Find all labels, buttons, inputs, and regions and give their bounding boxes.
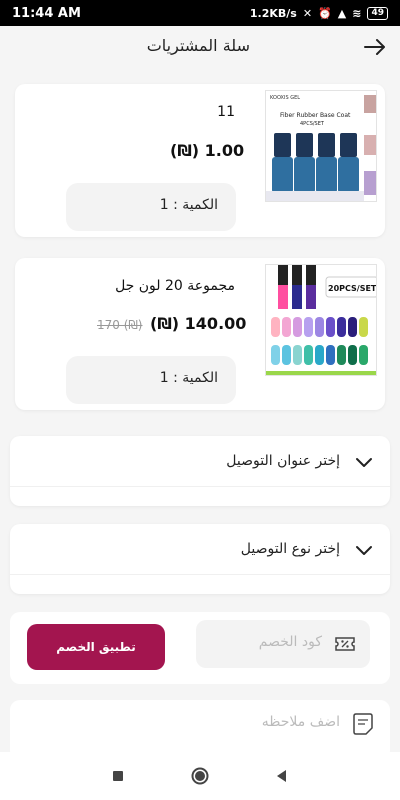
delivery-type-dropdown[interactable]: إختر نوع التوصيل <box>10 524 390 594</box>
back-icon[interactable] <box>272 766 292 786</box>
system-nav-bar <box>0 752 400 800</box>
chevron-down-icon[interactable] <box>354 540 374 560</box>
product-old-price: 170 (₪) <box>97 318 143 332</box>
image-product-text: Fiber Rubber Base Coat <box>280 112 351 119</box>
home-icon[interactable] <box>190 766 210 786</box>
quantity-box[interactable]: الكمية : 1 <box>66 356 236 404</box>
signal-icon: ▲ <box>337 6 347 20</box>
image-badge-text: 20PCS/SET <box>328 284 377 293</box>
divider <box>10 574 390 575</box>
coupon-icon <box>335 637 355 651</box>
note-icon <box>353 713 373 735</box>
header: سلة المشتريات <box>0 26 400 68</box>
product-price: (₪) 140.00 <box>150 314 247 333</box>
apply-discount-button[interactable]: تطبيق الخصم <box>27 624 165 670</box>
coupon-input[interactable]: كود الخصم <box>196 620 370 668</box>
cart-item[interactable]: KOOXIS GEL Fiber Rubber Base Coat 4PCS/S… <box>15 84 385 237</box>
quantity-label: الكمية : 1 <box>159 197 218 213</box>
mute-icon: ✕ <box>302 6 313 20</box>
product-image[interactable]: 20PCS/SET <box>265 264 377 376</box>
product-photo-base-coat: KOOXIS GEL Fiber Rubber Base Coat 4PCS/S… <box>266 91 376 201</box>
wifi-icon: ≋ <box>352 6 362 20</box>
product-image[interactable]: KOOXIS GEL Fiber Rubber Base Coat 4PCS/S… <box>265 90 377 202</box>
delivery-type-label: إختر نوع التوصيل <box>240 541 340 557</box>
quantity-label: الكمية : 1 <box>159 370 218 386</box>
quantity-box[interactable]: الكمية : 1 <box>66 183 236 231</box>
coupon-placeholder: كود الخصم <box>258 634 322 650</box>
battery-icon: 49 <box>367 6 388 20</box>
status-time: 11:44 AM <box>12 5 81 21</box>
status-bar: 11:44 AM 1.2KB/s ✕ ⏰ ▲ ≋ 49 <box>0 0 400 26</box>
product-name: مجموعة 20 لون جل <box>115 278 235 294</box>
product-name: 11 <box>217 104 235 120</box>
note-placeholder: اضف ملاحظه <box>261 714 340 730</box>
address-dropdown[interactable]: إختر عنوان التوصيل <box>10 436 390 506</box>
discount-section: تطبيق الخصم كود الخصم <box>10 612 390 684</box>
divider <box>10 486 390 487</box>
network-speed: 1.2KB/s <box>249 6 297 20</box>
product-photo-gel-set: 20PCS/SET <box>266 265 377 375</box>
image-pack-text: 4PCS/SET <box>300 121 325 127</box>
cart-item[interactable]: 20PCS/SET مجموعة 20 لون جل (₪) 140.00 17… <box>15 258 385 410</box>
back-arrow-icon[interactable] <box>362 34 388 60</box>
product-price: (₪) 1.00 <box>170 141 245 160</box>
alarm-icon: ⏰ <box>318 6 332 20</box>
note-field[interactable]: اضف ملاحظه <box>10 700 390 760</box>
page-title: سلة المشتريات <box>146 36 250 55</box>
image-brand-text: KOOXIS GEL <box>270 95 300 101</box>
address-dropdown-label: إختر عنوان التوصيل <box>226 453 340 469</box>
status-indicators: 1.2KB/s ✕ ⏰ ▲ ≋ 49 <box>249 6 388 20</box>
recent-apps-icon[interactable] <box>108 766 128 786</box>
chevron-down-icon[interactable] <box>354 452 374 472</box>
